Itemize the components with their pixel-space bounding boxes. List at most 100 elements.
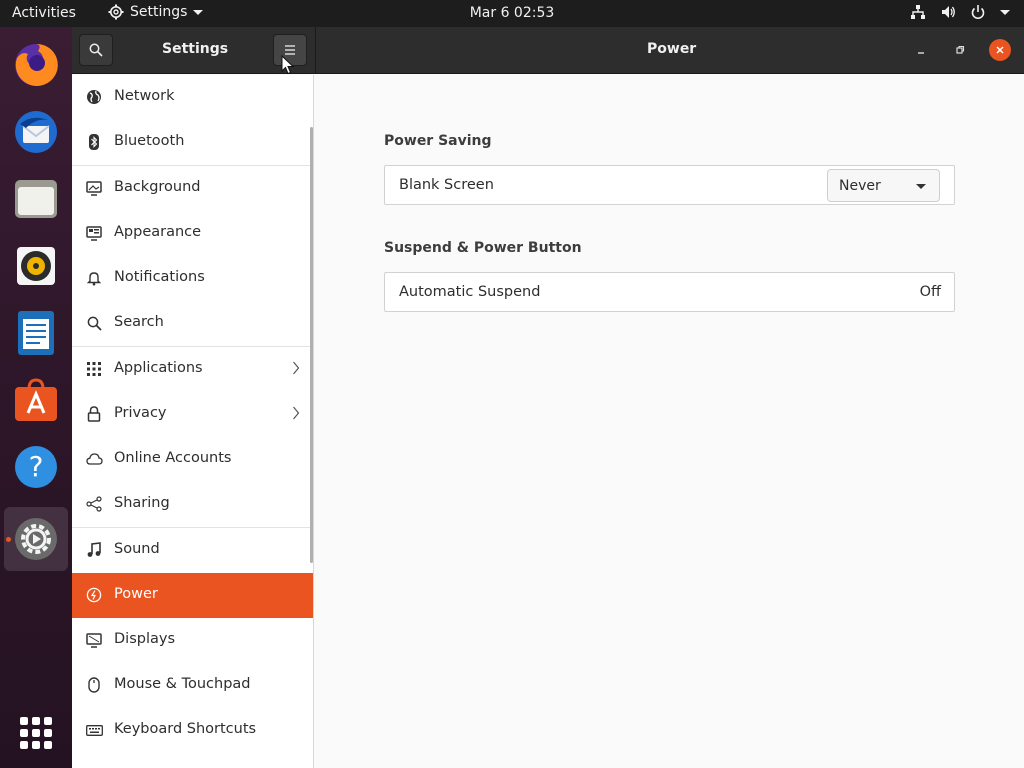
folder-icon [15,180,57,218]
automatic-suspend-row[interactable]: Automatic Suspend Off [384,272,955,312]
settings-launcher[interactable] [4,507,68,571]
sidebar-item-power[interactable]: Power [72,573,313,618]
sidebar-item-bluetooth[interactable]: Bluetooth [72,120,313,165]
close-button[interactable] [989,39,1011,61]
power-icon [971,5,985,20]
settings-window: Settings Power Network Bluetooth Backgro… [72,27,1024,768]
sidebar-item-label: Network [114,88,175,104]
automatic-suspend-label: Automatic Suspend [399,284,541,300]
cloud-icon [85,450,103,468]
sidebar-item-label: Search [114,314,164,330]
sidebar-item-online-accounts[interactable]: Online Accounts [72,437,313,482]
search-icon [85,314,103,332]
mouse-pointer-icon [281,55,295,75]
blank-screen-row[interactable]: Blank Screen Never [384,165,955,205]
chevron-down-icon [1000,9,1010,15]
sidebar-title: Settings [162,41,229,57]
search-icon [89,43,103,57]
sidebar-item-mouse-touchpad[interactable]: Mouse & Touchpad [72,663,313,708]
automatic-suspend-value: Off [919,284,941,300]
music-note-icon [85,541,103,559]
sidebar-item-sharing[interactable]: Sharing [72,482,313,527]
ubuntu-software-launcher[interactable] [4,368,68,432]
sidebar-item-applications[interactable]: Applications [72,347,313,392]
sidebar-item-background[interactable]: Background [72,166,313,211]
sidebar-item-privacy[interactable]: Privacy [72,392,313,437]
share-icon [85,495,103,513]
volume-icon [942,6,955,18]
chevron-right-icon [292,405,300,425]
help-icon: ? [15,446,57,488]
power-saving-heading: Power Saving [384,133,492,149]
sidebar-item-label: Keyboard Shortcuts [114,721,257,737]
gear-icon [15,518,57,560]
appearance-icon [85,224,103,242]
sidebar-item-appearance[interactable]: Appearance [72,211,313,256]
lock-icon [85,405,103,423]
maximize-button[interactable] [949,39,971,61]
mouse-icon [85,676,103,694]
help-launcher[interactable]: ? [4,435,68,499]
speaker-icon [17,247,55,285]
sidebar-item-search[interactable]: Search [72,301,313,346]
sidebar-item-label: Bluetooth [114,133,185,149]
blank-screen-dropdown[interactable]: Never [827,169,940,202]
chevron-down-icon [916,184,926,189]
sidebar-item-label: Sound [114,541,160,557]
dock: ? [0,27,72,768]
sidebar-item-network[interactable]: Network [72,75,313,120]
firefox-icon [15,43,58,86]
sidebar-item-label: Privacy [114,405,167,421]
sidebar-header: Settings [72,27,314,74]
display-icon [85,631,103,649]
svg-text:?: ? [29,450,44,483]
sidebar-item-label: Mouse & Touchpad [114,676,251,692]
sidebar-item-label: Applications [114,360,203,376]
header-separator [315,27,316,74]
firefox-launcher[interactable] [4,33,68,97]
sidebar-item-label: Notifications [114,269,205,285]
document-icon [18,311,54,355]
network-wired-icon [911,5,925,19]
blank-screen-label: Blank Screen [399,177,494,193]
bluetooth-icon [85,133,103,151]
globe-icon [85,88,103,106]
sidebar-scrollbar[interactable] [310,127,313,563]
shopping-bag-icon [15,378,57,421]
page-title: Power [647,41,697,57]
settings-sidebar: Network Bluetooth Background Appearance … [72,75,314,768]
header-bar: Settings Power [72,27,1024,74]
hamburger-menu-icon [285,45,295,55]
sidebar-item-keyboard-shortcuts[interactable]: Keyboard Shortcuts [72,708,313,753]
sidebar-item-displays[interactable]: Displays [72,618,313,663]
show-applications-button[interactable] [20,717,52,749]
thunderbird-launcher[interactable] [4,100,68,164]
system-tray[interactable] [910,4,1010,20]
running-indicator [6,537,11,542]
sidebar-item-label: Displays [114,631,176,647]
blank-screen-value: Never [839,178,881,194]
sidebar-item-label: Power [114,586,158,602]
libreoffice-writer-launcher[interactable] [4,301,68,365]
files-launcher[interactable] [4,167,68,231]
sidebar-item-sound[interactable]: Sound [72,528,313,573]
rhythmbox-launcher[interactable] [4,234,68,298]
minimize-button[interactable] [910,39,932,61]
search-button[interactable] [79,34,113,66]
bell-icon [85,269,103,287]
power-icon [85,586,103,604]
sidebar-item-label: Sharing [114,495,170,511]
clock[interactable]: Mar 6 02:53 [0,5,1024,21]
sidebar-item-label: Appearance [114,224,202,240]
minimize-icon [918,52,924,54]
thunderbird-icon [15,111,57,153]
sidebar-item-label: Background [114,179,201,195]
apps-grid-icon [85,360,103,378]
top-bar: Activities Settings Mar 6 02:53 [0,0,1024,27]
suspend-power-button-heading: Suspend & Power Button [384,240,582,256]
chevron-right-icon [292,360,300,380]
sidebar-item-notifications[interactable]: Notifications [72,256,313,301]
keyboard-icon [85,721,103,739]
close-icon [996,46,1004,54]
restore-icon [956,45,965,54]
